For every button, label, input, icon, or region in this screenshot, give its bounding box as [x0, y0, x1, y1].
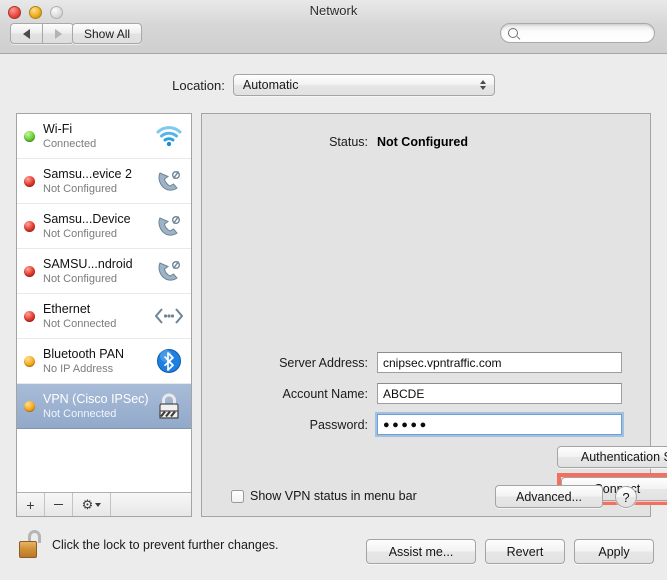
add-service-button[interactable]: +	[17, 493, 45, 516]
modem-icon	[153, 211, 185, 241]
password-label: Password:	[309, 417, 368, 432]
advanced-label: Advanced...	[515, 489, 582, 504]
network-services-list: Wi-Fi Connected Samsu...evice 2 Not Conf…	[17, 114, 191, 492]
forward-button[interactable]	[42, 23, 74, 44]
service-status: Not Connected	[43, 407, 117, 420]
status-dot-red	[24, 175, 35, 187]
minus-icon	[54, 503, 63, 506]
sidebar-item-samsung-device[interactable]: Samsu...Device Not Configured	[17, 204, 191, 249]
show-vpn-status-label: Show VPN status in menu bar	[250, 489, 417, 503]
service-status: No IP Address	[43, 362, 114, 375]
search-field[interactable]	[500, 23, 655, 43]
navigation-buttons	[10, 23, 74, 44]
service-name: Wi-Fi	[43, 121, 73, 136]
chevron-right-icon	[54, 28, 62, 39]
location-label: Location:	[172, 77, 225, 93]
gear-icon: ⚙	[81, 497, 94, 512]
service-status: Not Configured	[43, 272, 117, 285]
status-dot-orange	[24, 400, 35, 412]
sidebar-item-ethernet[interactable]: Ethernet Not Connected	[17, 294, 191, 339]
wifi-icon	[153, 121, 185, 151]
modem-icon	[153, 166, 185, 196]
remove-service-button[interactable]	[45, 493, 73, 516]
password-input[interactable]: ●●●●●	[377, 414, 622, 435]
add-service-label: +	[26, 496, 35, 513]
chevron-left-icon	[23, 28, 30, 39]
service-actions-button[interactable]: ⚙	[73, 493, 111, 516]
chevron-down-icon	[95, 502, 102, 507]
revert-button[interactable]: Revert	[485, 539, 565, 564]
location-row: Location: Automatic	[0, 74, 667, 96]
location-selected-value: Automatic	[242, 78, 299, 92]
sidebar-item-samsung-android[interactable]: SAMSU...ndroid Not Configured	[17, 249, 191, 294]
help-label: ?	[622, 489, 630, 505]
status-row: Status: Not Configured	[202, 135, 650, 149]
status-dot-green	[24, 130, 35, 142]
authentication-settings-button[interactable]: Authentication Settings...	[557, 446, 667, 468]
service-status: Not Configured	[43, 182, 117, 195]
password-row: Password: ●●●●●	[202, 414, 650, 435]
server-address-input[interactable]	[377, 352, 622, 373]
password-masked-value: ●●●●●	[383, 418, 429, 431]
service-name: VPN (Cisco IPSec)	[43, 391, 149, 406]
network-preferences-window: Network Show All Location: Automatic Wi-…	[0, 0, 667, 580]
sidebar-item-samsung-device-2[interactable]: Samsu...evice 2 Not Configured	[17, 159, 191, 204]
service-status: Not Configured	[43, 227, 117, 240]
padlock-unlocked-icon[interactable]	[18, 530, 44, 560]
service-status: Not Connected	[43, 317, 117, 330]
status-dot-red	[24, 220, 35, 232]
window-title: Network	[309, 3, 358, 18]
account-name-input[interactable]	[377, 383, 622, 404]
lock-icon	[153, 391, 185, 421]
show-all-label: Show All	[84, 26, 131, 41]
search-icon	[508, 28, 518, 38]
updown-chevron-icon	[479, 80, 486, 90]
show-vpn-status-checkbox-wrap[interactable]: Show VPN status in menu bar	[231, 489, 417, 503]
sidebar-item-wifi[interactable]: Wi-Fi Connected	[17, 114, 191, 159]
status-dot-red	[24, 265, 35, 277]
location-popup-button[interactable]: Automatic	[232, 74, 495, 96]
advanced-button[interactable]: Advanced...	[495, 485, 603, 508]
account-name-row: Account Name:	[202, 383, 650, 404]
service-name: SAMSU...ndroid	[43, 256, 133, 271]
service-name: Ethernet	[43, 301, 91, 316]
help-button[interactable]: ?	[615, 486, 637, 508]
lock-area[interactable]: Click the lock to prevent further change…	[18, 530, 279, 560]
revert-label: Revert	[506, 544, 544, 559]
service-name: Samsu...evice 2	[43, 166, 132, 181]
status-value: Not Configured	[377, 135, 468, 149]
server-address-label: Server Address:	[279, 355, 368, 370]
authentication-settings-label: Authentication Settings...	[580, 450, 667, 464]
network-services-sidebar: Wi-Fi Connected Samsu...evice 2 Not Conf…	[16, 113, 192, 517]
service-name: Bluetooth PAN	[43, 346, 125, 361]
apply-button[interactable]: Apply	[574, 539, 654, 564]
show-vpn-status-checkbox[interactable]	[231, 489, 244, 503]
status-label: Status:	[329, 135, 368, 149]
apply-label: Apply	[598, 544, 630, 559]
assist-me-button[interactable]: Assist me...	[366, 539, 476, 564]
lock-message: Click the lock to prevent further change…	[52, 538, 279, 552]
service-name: Samsu...Device	[43, 211, 131, 226]
back-button[interactable]	[10, 23, 42, 44]
modem-icon	[153, 256, 185, 286]
vpn-detail-pane: Status: Not Configured Server Address: A…	[201, 113, 667, 517]
service-status: Connected	[43, 137, 97, 150]
sidebar-toolbar-spacer	[111, 493, 191, 516]
show-all-button[interactable]: Show All	[72, 23, 143, 44]
status-dot-red	[24, 310, 35, 322]
window-titlebar: Network Show All	[0, 0, 667, 54]
ethernet-icon	[153, 301, 185, 331]
sidebar-item-vpn-cisco-ipsec[interactable]: VPN (Cisco IPSec) Not Connected	[17, 384, 191, 429]
search-input[interactable]	[523, 26, 647, 40]
status-dot-orange	[24, 355, 35, 367]
bluetooth-icon	[153, 346, 185, 376]
server-address-row: Server Address:	[202, 352, 650, 373]
sidebar-item-bluetooth-pan[interactable]: Bluetooth PAN No IP Address	[17, 339, 191, 384]
footer-buttons: Assist me... Revert Apply	[366, 539, 654, 564]
sidebar-toolbar: + ⚙	[17, 492, 191, 516]
account-name-label: Account Name:	[282, 386, 368, 401]
assist-me-label: Assist me...	[388, 544, 454, 559]
